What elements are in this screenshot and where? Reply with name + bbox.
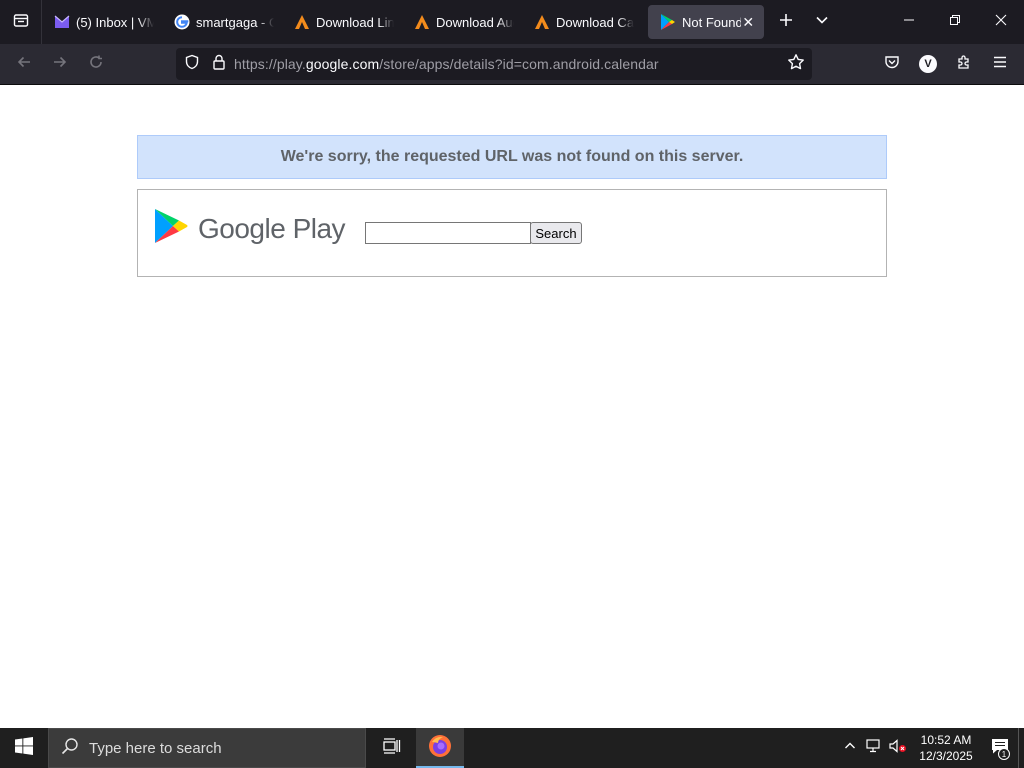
url-text[interactable]: https://play.google.com/store/apps/detai… [234,56,659,72]
system-tray: 10:52 AM 12/3/2025 1 [838,728,1024,768]
forward-button[interactable] [42,48,78,80]
search-input[interactable] [365,222,531,244]
reload-icon [88,54,104,75]
pocket-button[interactable] [874,48,910,80]
tab-title: Download Calendar [556,14,634,30]
reload-button[interactable] [78,48,114,80]
tab-not-found[interactable]: Not Found ✕ [648,5,764,39]
search-placeholder: Type here to search [89,739,222,757]
url-host: google.com [305,56,380,72]
google-play-logo[interactable]: Google Play [154,208,346,249]
puzzle-piece-icon [956,54,972,75]
back-button[interactable] [6,48,42,80]
proton-mail-icon [54,14,70,30]
close-tab-icon[interactable]: ✕ [741,14,756,31]
taskbar-firefox[interactable] [416,728,464,768]
taskbar-clock[interactable]: 10:52 AM 12/3/2025 [914,732,978,764]
firefox-icon [428,734,452,763]
app-menu-button[interactable] [982,48,1018,80]
error-message: We're sorry, the requested URL was not f… [280,148,744,165]
tab-title: Download Audio [436,14,514,30]
notification-count-badge: 1 [998,748,1010,760]
show-hidden-icons-button[interactable] [838,728,862,768]
windows-logo-icon [15,736,33,760]
plus-icon [779,13,793,32]
show-desktop-button[interactable] [1018,728,1024,768]
close-window-button[interactable] [978,0,1024,44]
url-bar[interactable]: https://play.google.com/store/apps/detai… [176,48,812,80]
lock-icon[interactable] [212,54,226,75]
arrow-left-icon [16,54,32,75]
volume-muted-icon [889,738,907,758]
list-all-tabs-button[interactable] [804,5,840,39]
task-view-icon [383,737,401,759]
action-center-button[interactable]: 1 [982,728,1018,768]
tab-inbox[interactable]: (5) Inbox | VMware [42,5,162,39]
new-tab-button[interactable] [768,5,804,39]
google-play-header: Google Play Search [137,189,887,277]
clock-date: 12/3/2025 [919,749,973,763]
hamburger-menu-icon [993,55,1007,73]
restore-button[interactable] [932,0,978,44]
tab-title: smartgaga - Google Search [196,14,274,30]
window-controls [886,0,1024,44]
tracking-protection-shield-icon[interactable] [184,54,200,75]
windows-taskbar: Type here to search 10:52 AM 12/3/2025 1 [0,728,1024,768]
extensions-button[interactable] [946,48,982,80]
google-play-icon [660,14,676,30]
star-icon [787,53,805,76]
toolbar-right: V [874,48,1018,80]
navigation-toolbar: https://play.google.com/store/apps/detai… [0,44,1024,85]
apkmirror-icon [534,14,550,30]
restore-icon [949,13,961,31]
arrow-right-icon [52,54,68,75]
google-play-icon [154,208,188,249]
search-button[interactable]: Search [530,222,582,244]
chevron-down-icon [815,13,829,32]
tab-title: Download LineageOS [316,14,394,30]
volume-button[interactable] [886,728,910,768]
tab-title: (5) Inbox | VMware [76,14,154,30]
avatar: V [919,55,937,73]
close-icon [995,13,1007,31]
pocket-icon [884,54,900,75]
url-prefix: https://play. [234,56,306,72]
tab-download-lineage[interactable]: Download LineageOS [282,5,402,39]
google-play-wordmark: Google Play [198,212,346,244]
apkmirror-icon [294,14,310,30]
start-button[interactable] [0,728,48,768]
apkmirror-icon [414,14,430,30]
minimize-icon [903,13,915,31]
tab-strip: (5) Inbox | VMware smartgaga - Google Se… [0,0,1024,44]
network-button[interactable] [862,728,886,768]
google-icon [174,14,190,30]
bookmark-star-button[interactable] [780,50,812,78]
clock-time: 10:52 AM [920,733,972,747]
tab-download-audio[interactable]: Download Audio [402,5,522,39]
taskbar-search-box[interactable]: Type here to search [48,728,366,768]
chevron-up-icon [844,739,856,757]
tab-download-calendar[interactable]: Download Calendar [522,5,642,39]
page-content: We're sorry, the requested URL was not f… [0,85,1024,728]
url-path: /store/apps/details?id=com.android.calen… [379,56,659,72]
tab-title: Not Found [682,14,741,30]
task-view-button[interactable] [368,728,416,768]
account-button[interactable]: V [910,48,946,80]
firefox-view-icon [13,12,29,33]
firefox-view-button[interactable] [0,0,42,44]
error-banner: We're sorry, the requested URL was not f… [137,135,887,179]
search-icon [61,737,79,759]
minimize-button[interactable] [886,0,932,44]
tab-google-search[interactable]: smartgaga - Google Search [162,5,282,39]
network-icon [866,738,882,758]
